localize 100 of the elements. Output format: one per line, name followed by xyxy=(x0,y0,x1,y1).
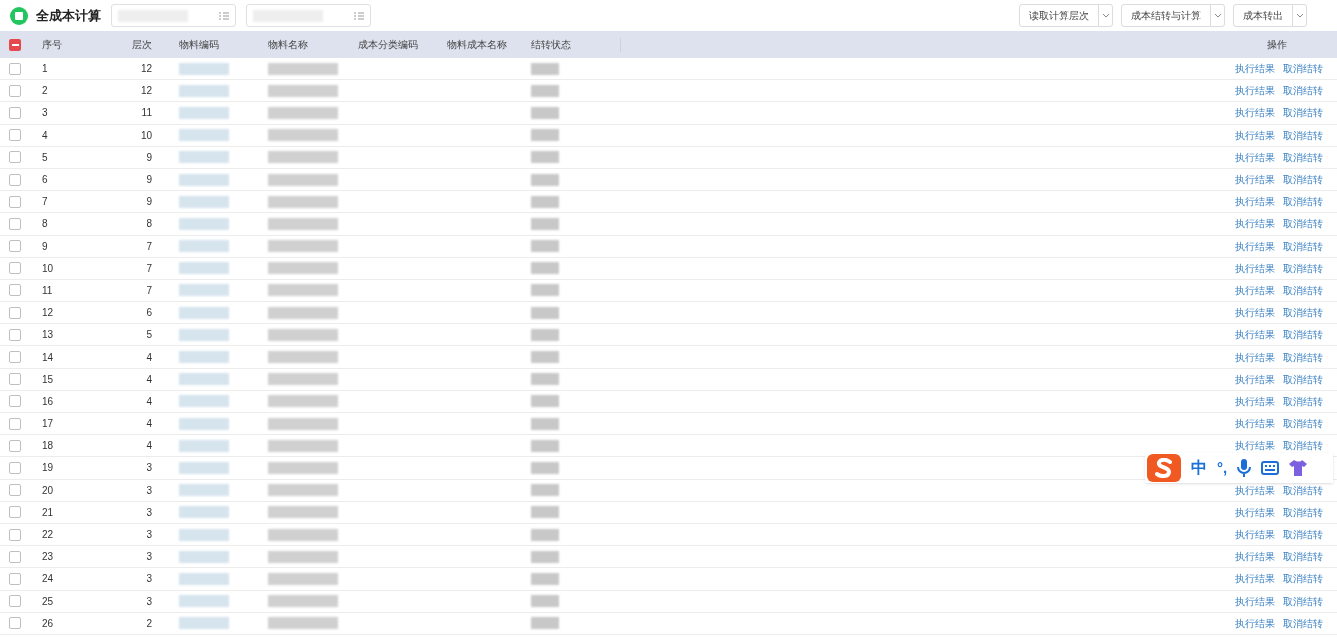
page-title: 全成本计算 xyxy=(36,6,101,25)
action-link[interactable]: 取消结转 xyxy=(1283,549,1323,565)
checkbox[interactable] xyxy=(9,528,21,541)
checkbox[interactable] xyxy=(9,351,21,364)
action-link[interactable]: 取消结转 xyxy=(1283,527,1323,543)
action-link[interactable]: 取消结转 xyxy=(1283,282,1323,298)
action-link[interactable]: 取消结转 xyxy=(1283,593,1323,609)
action-link[interactable]: 执行结果 xyxy=(1235,593,1275,609)
checkbox[interactable] xyxy=(9,306,21,319)
checkbox[interactable] xyxy=(9,395,21,408)
checkbox[interactable] xyxy=(9,439,21,452)
list-icon xyxy=(219,11,229,20)
blurred-content xyxy=(268,550,338,563)
table-cell: 26 xyxy=(42,617,54,629)
action-link[interactable]: 取消结转 xyxy=(1283,216,1323,232)
action-link[interactable]: 执行结果 xyxy=(1235,393,1275,409)
blurred-content xyxy=(268,106,338,119)
checkbox[interactable] xyxy=(9,62,21,75)
action-link[interactable]: 执行结果 xyxy=(1235,216,1275,232)
action-link[interactable]: 执行结果 xyxy=(1235,194,1275,210)
table-cell: 6 xyxy=(146,307,152,319)
checkbox[interactable] xyxy=(9,417,21,430)
action-link[interactable]: 取消结转 xyxy=(1283,238,1323,254)
punctuation-toggle[interactable]: °, xyxy=(1217,456,1228,480)
action-link[interactable]: 执行结果 xyxy=(1235,549,1275,565)
checkbox[interactable] xyxy=(9,617,21,630)
checkbox[interactable] xyxy=(9,572,21,585)
checkbox[interactable] xyxy=(9,195,21,208)
checkbox[interactable] xyxy=(9,173,21,186)
action-link[interactable]: 执行结果 xyxy=(1235,105,1275,121)
blurred-content xyxy=(531,461,559,474)
action-link[interactable]: 取消结转 xyxy=(1283,149,1323,165)
action-link[interactable]: 取消结转 xyxy=(1283,61,1323,77)
action-link[interactable]: 执行结果 xyxy=(1235,127,1275,143)
blurred-content xyxy=(531,129,559,142)
action-link[interactable]: 取消结转 xyxy=(1283,349,1323,365)
action-link[interactable]: 取消结转 xyxy=(1283,482,1323,498)
checkbox[interactable] xyxy=(9,461,21,474)
checkbox[interactable] xyxy=(9,328,21,341)
checkbox[interactable] xyxy=(9,217,21,230)
action-link[interactable]: 取消结转 xyxy=(1283,438,1323,454)
action-link[interactable]: 执行结果 xyxy=(1235,571,1275,587)
action-link[interactable]: 取消结转 xyxy=(1283,504,1323,520)
column-header: 物料名称 xyxy=(268,39,308,50)
action-link[interactable]: 取消结转 xyxy=(1283,127,1323,143)
dropdown-button[interactable] xyxy=(1292,5,1306,26)
checkbox[interactable] xyxy=(9,550,21,563)
checkbox[interactable] xyxy=(9,240,21,253)
action-link[interactable]: 取消结转 xyxy=(1283,393,1323,409)
checkbox[interactable] xyxy=(9,129,21,142)
action-link[interactable]: 取消结转 xyxy=(1283,260,1323,276)
blurred-content xyxy=(179,217,229,230)
shirt-icon[interactable] xyxy=(1289,460,1308,476)
action-link[interactable]: 执行结果 xyxy=(1235,305,1275,321)
blurred-content xyxy=(531,351,559,364)
checkbox[interactable] xyxy=(9,151,21,164)
action-link[interactable]: 执行结果 xyxy=(1235,327,1275,343)
microphone-icon[interactable] xyxy=(1237,459,1252,477)
action-link[interactable]: 执行结果 xyxy=(1235,527,1275,543)
action-link[interactable]: 取消结转 xyxy=(1283,305,1323,321)
action-link[interactable]: 取消结转 xyxy=(1283,327,1323,343)
action-link[interactable]: 执行结果 xyxy=(1235,482,1275,498)
checkbox[interactable] xyxy=(9,595,21,608)
action-link[interactable]: 执行结果 xyxy=(1235,238,1275,254)
checkbox[interactable] xyxy=(9,484,21,497)
ime-mode-toggle[interactable]: 中 xyxy=(1191,456,1207,480)
action-link[interactable]: 取消结转 xyxy=(1283,83,1323,99)
select-all-checkbox[interactable] xyxy=(9,38,21,51)
checkbox[interactable] xyxy=(9,84,21,97)
keyboard-icon[interactable] xyxy=(1261,461,1280,475)
filter-field[interactable] xyxy=(111,4,236,27)
action-link[interactable]: 执行结果 xyxy=(1235,282,1275,298)
action-link[interactable]: 取消结转 xyxy=(1283,194,1323,210)
action-link[interactable]: 执行结果 xyxy=(1235,615,1275,631)
action-link[interactable]: 执行结果 xyxy=(1235,371,1275,387)
checkbox[interactable] xyxy=(9,506,21,519)
action-link[interactable]: 取消结转 xyxy=(1283,615,1323,631)
action-link[interactable]: 执行结果 xyxy=(1235,172,1275,188)
checkbox[interactable] xyxy=(9,284,21,297)
action-link[interactable]: 取消结转 xyxy=(1283,416,1323,432)
action-link[interactable]: 取消结转 xyxy=(1283,105,1323,121)
table-cell: 23 xyxy=(42,551,54,563)
blurred-content xyxy=(531,173,559,186)
action-link[interactable]: 执行结果 xyxy=(1235,349,1275,365)
dropdown-button[interactable] xyxy=(1098,5,1112,26)
action-link[interactable]: 执行结果 xyxy=(1235,260,1275,276)
action-link[interactable]: 取消结转 xyxy=(1283,371,1323,387)
dropdown-button[interactable] xyxy=(1210,5,1224,26)
checkbox[interactable] xyxy=(9,106,21,119)
action-link[interactable]: 取消结转 xyxy=(1283,172,1323,188)
action-link[interactable]: 执行结果 xyxy=(1235,416,1275,432)
action-link[interactable]: 执行结果 xyxy=(1235,149,1275,165)
checkbox[interactable] xyxy=(9,262,21,275)
action-link[interactable]: 执行结果 xyxy=(1235,61,1275,77)
checkbox[interactable] xyxy=(9,373,21,386)
action-link[interactable]: 执行结果 xyxy=(1235,438,1275,454)
action-link[interactable]: 执行结果 xyxy=(1235,83,1275,99)
filter-field[interactable] xyxy=(246,4,371,27)
action-link[interactable]: 执行结果 xyxy=(1235,504,1275,520)
action-link[interactable]: 取消结转 xyxy=(1283,571,1323,587)
